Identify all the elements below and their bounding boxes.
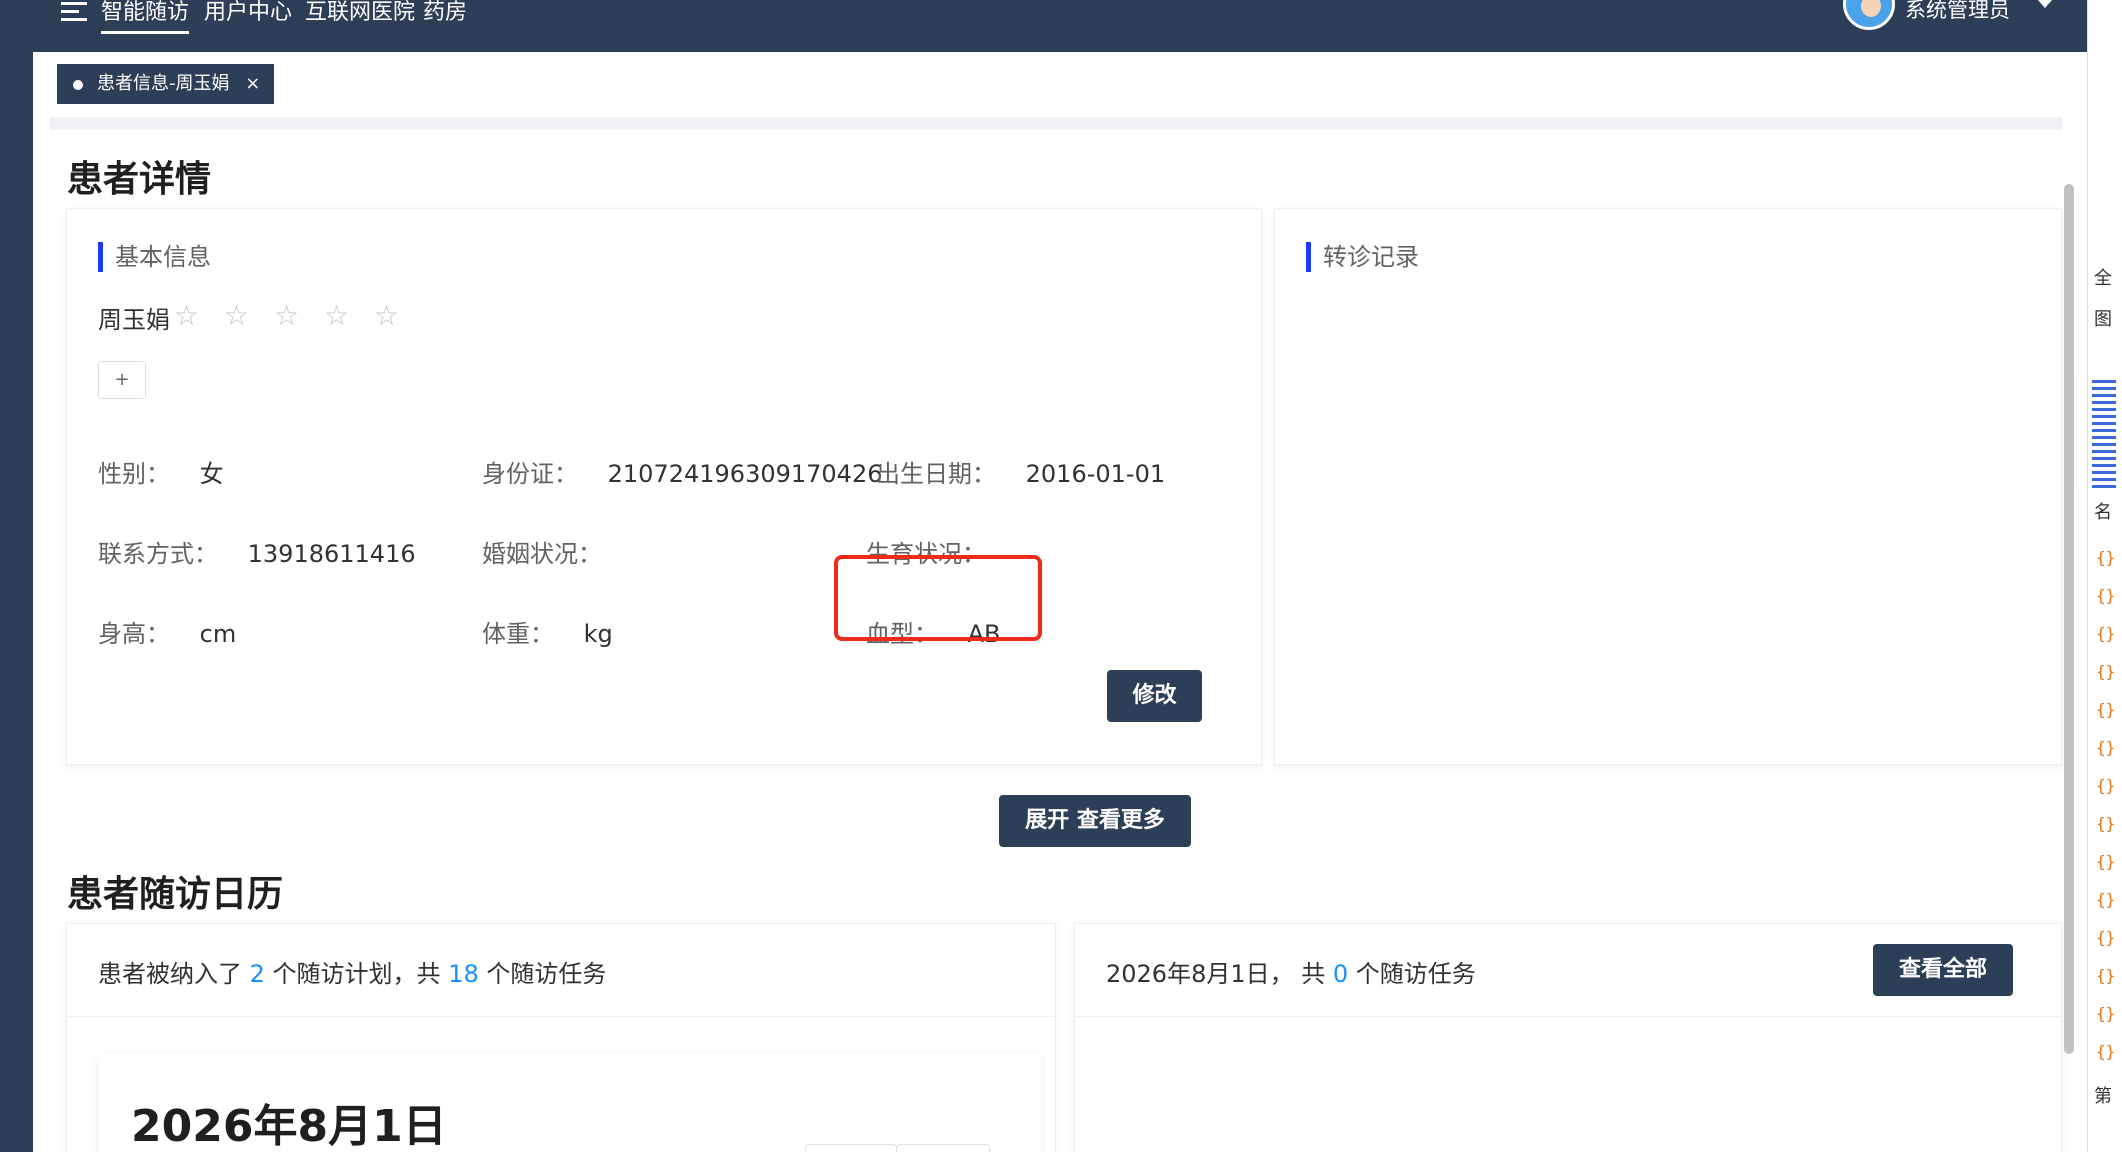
page-title: 患者详情 xyxy=(67,159,212,200)
referral-card: 转诊记录 xyxy=(1274,208,2062,765)
day-task-summary: 2026年8月1日， 共 0 个随访任务 xyxy=(1106,960,1476,988)
rating-stars-icon[interactable]: ☆ ☆ ☆ ☆ ☆ xyxy=(174,299,407,332)
devtools-strip: 全 图 名 {} {} {} {} {} {} {} {} {} {} {} {… xyxy=(2087,0,2122,1152)
brace-icon: {} xyxy=(2096,966,2116,985)
id-card-field: 身份证： 210724196309170426 xyxy=(482,460,883,488)
add-tag-button[interactable]: + xyxy=(98,361,146,399)
close-icon[interactable]: × xyxy=(245,73,260,94)
brace-icon: {} xyxy=(2096,738,2116,757)
basic-info-card: 基本信息 周玉娟 ☆ ☆ ☆ ☆ ☆ + 性别： 女 身份证： 21072419… xyxy=(66,208,1262,765)
calendar-view-toggle-left[interactable] xyxy=(805,1144,897,1152)
nav-item-internet-hospital[interactable]: 互联网医院 xyxy=(305,0,415,28)
referral-heading: 转诊记录 xyxy=(1306,242,1419,272)
height-field: 身高： cm xyxy=(98,620,237,648)
vertical-scrollbar[interactable] xyxy=(2064,184,2074,1054)
brace-icon: {} xyxy=(2096,548,2116,567)
brace-icon: {} xyxy=(2096,890,2116,909)
brace-icon: {} xyxy=(2096,928,2116,947)
calendar-title: 患者随访日历 xyxy=(67,874,284,915)
day-tasks-card: 2026年8月1日， 共 0 个随访任务 查看全部 xyxy=(1074,923,2062,1152)
brace-icon: {} xyxy=(2096,700,2116,719)
nav-item-follow-up[interactable]: 智能随访 xyxy=(101,0,190,34)
calendar-view-toggle-right[interactable] xyxy=(896,1144,990,1152)
weight-field: 体重： kg xyxy=(482,620,613,648)
marriage-field: 婚姻状况： xyxy=(482,540,602,568)
content-area: 患者详情 基本信息 周玉娟 ☆ ☆ ☆ ☆ ☆ + 性别： 女 身份证： 210… xyxy=(50,117,2062,1152)
brace-icon: {} xyxy=(2096,776,2116,795)
expand-more-button[interactable]: 展开 查看更多 xyxy=(999,795,1191,847)
devtools-char: 全 xyxy=(2094,268,2112,289)
devtools-char: 名 xyxy=(2094,502,2112,523)
calendar-plan-card: 患者被纳入了 2 个随访计划，共 18 个随访任务 2026年8月1日 xyxy=(66,923,1056,1152)
devtools-char: 第 xyxy=(2094,1086,2112,1107)
brace-icon: {} xyxy=(2096,662,2116,681)
calendar-date-card: 2026年8月1日 xyxy=(99,1054,1041,1152)
nav-item-user-center[interactable]: 用户中心 xyxy=(204,0,292,28)
birth-date-field: 出生日期： 2016-01-01 xyxy=(876,460,1166,488)
view-all-button[interactable]: 查看全部 xyxy=(1873,944,2013,996)
left-sidebar-strip xyxy=(0,0,33,1152)
brace-icon: {} xyxy=(2096,1004,2116,1023)
tab-label: 患者信息-周玉娟 xyxy=(97,73,230,94)
patient-name: 周玉娟 xyxy=(98,306,170,334)
day-task-count: 0 xyxy=(1332,960,1349,988)
edit-button[interactable]: 修改 xyxy=(1107,670,1202,722)
brace-icon: {} xyxy=(2096,1042,2116,1061)
user-avatar[interactable] xyxy=(1843,0,1895,30)
divider xyxy=(67,1016,1055,1017)
divider xyxy=(1075,1016,2061,1017)
main-area: 患者信息-周玉娟 × 患者详情 基本信息 周玉娟 ☆ ☆ ☆ ☆ ☆ + 性别：… xyxy=(33,52,2087,1152)
top-navbar: 智能随访 用户中心 互联网医院 药房 系统管理员 xyxy=(33,0,2087,52)
plan-count: 2 xyxy=(249,960,265,988)
basic-info-heading: 基本信息 xyxy=(98,242,211,272)
patient-panel: 患者详情 基本信息 周玉娟 ☆ ☆ ☆ ☆ ☆ + 性别： 女 身份证： 210… xyxy=(50,130,2062,1152)
brace-icon: {} xyxy=(2096,852,2116,871)
devtools-waterfall-icon xyxy=(2092,380,2116,490)
devtools-char: 图 xyxy=(2094,309,2112,330)
brace-icon: {} xyxy=(2096,624,2116,643)
blood-type-highlight xyxy=(834,555,1042,641)
brace-icon: {} xyxy=(2096,814,2116,833)
task-count: 18 xyxy=(448,960,479,988)
user-name[interactable]: 系统管理员 xyxy=(1905,0,2010,24)
chevron-down-icon[interactable] xyxy=(2038,0,2052,8)
plan-summary: 患者被纳入了 2 个随访计划，共 18 个随访任务 xyxy=(98,960,607,988)
menu-toggle-icon[interactable] xyxy=(61,2,89,24)
contact-field: 联系方式： 13918611416 xyxy=(98,540,416,568)
nav-item-pharmacy[interactable]: 药房 xyxy=(423,0,467,28)
gender-field: 性别： 女 xyxy=(98,460,224,488)
tab-bar: 患者信息-周玉娟 × xyxy=(33,52,2087,116)
calendar-date-title: 2026年8月1日 xyxy=(131,1101,447,1152)
brace-icon: {} xyxy=(2096,586,2116,605)
active-dot-icon xyxy=(73,80,83,90)
tab-patient-info[interactable]: 患者信息-周玉娟 × xyxy=(57,64,275,104)
